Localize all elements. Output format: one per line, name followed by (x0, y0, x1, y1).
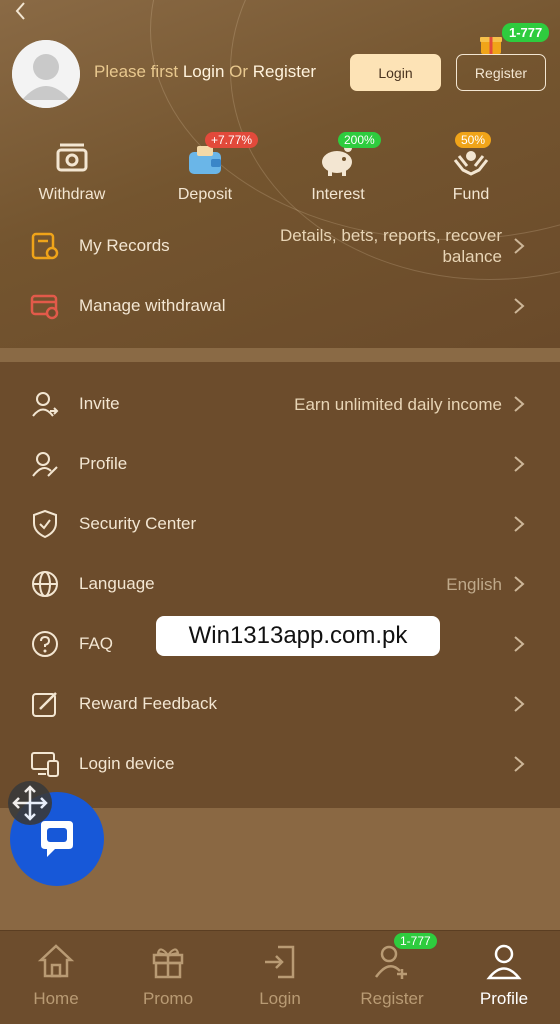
fund-badge: 50% (455, 132, 492, 148)
prompt-text: Please first (94, 62, 183, 81)
row-security-center[interactable]: Security Center (0, 494, 560, 554)
globe-icon (32, 571, 58, 597)
quick-action-fund[interactable]: 50% Fund (411, 132, 531, 204)
login-prompt: Please first Login Or Register (94, 62, 316, 82)
shield-check-icon (33, 509, 57, 539)
quick-action-label: Deposit (177, 186, 233, 203)
profile-edit-icon (32, 452, 58, 477)
login-door-icon (265, 945, 295, 979)
watermark-label: Win1313app.com.pk (156, 616, 440, 656)
tab-label: Promo (142, 989, 194, 1008)
feedback-edit-icon (32, 692, 57, 717)
tab-home[interactable]: Home (0, 941, 112, 1009)
row-label: My Records (79, 236, 170, 255)
tab-label: Register (360, 989, 424, 1008)
tab-label: Profile (479, 989, 529, 1008)
quick-action-label: Interest (311, 186, 365, 203)
row-hint: Details, bets, reports, recover balance (280, 225, 502, 267)
home-icon (37, 944, 75, 978)
row-invite[interactable]: Invite Earn unlimited daily income (0, 374, 560, 434)
row-label: Invite (79, 394, 120, 413)
move-arrows-icon (12, 785, 48, 821)
section-divider (0, 348, 560, 362)
tab-register[interactable]: 1-777 Register (336, 933, 448, 1009)
register-tab-badge: 1-777 (394, 933, 437, 949)
register-button[interactable]: Register (456, 54, 546, 91)
avatar[interactable] (12, 40, 80, 108)
login-button[interactable]: Login (350, 54, 441, 91)
row-profile[interactable]: Profile (0, 434, 560, 494)
records-icon (31, 232, 59, 260)
chevron-right-icon (514, 396, 525, 412)
prompt-or-text: Or (224, 62, 253, 81)
row-reward-feedback[interactable]: Reward Feedback (0, 674, 560, 734)
quick-action-deposit[interactable]: +7.77% Deposit (145, 132, 265, 204)
quick-action-label: Withdraw (38, 186, 106, 203)
card-settings-icon (30, 294, 59, 320)
language-value: English (446, 574, 502, 594)
chevron-right-icon (514, 756, 525, 772)
question-icon (32, 631, 58, 657)
row-label: Security Center (79, 514, 197, 533)
row-hint-line: balance (442, 247, 502, 266)
row-label: FAQ (79, 634, 114, 653)
tab-promo[interactable]: Promo (112, 941, 224, 1009)
quick-action-label: Fund (452, 186, 490, 203)
row-hint: Earn unlimited daily income (294, 394, 502, 414)
row-label: Language (79, 574, 155, 593)
gift-icon (152, 948, 184, 979)
chevron-right-icon (514, 516, 525, 532)
default-avatar-icon (12, 40, 80, 108)
chevron-right-icon (514, 298, 525, 314)
wallet-icon (56, 143, 88, 172)
quick-action-withdraw[interactable]: Withdraw (12, 140, 132, 204)
row-hint-line: Details, bets, reports, recover (279, 226, 502, 245)
gift-icon (480, 37, 502, 54)
quick-action-interest[interactable]: 200% Interest (278, 132, 398, 204)
invite-user-icon (32, 392, 59, 417)
row-my-records[interactable]: My Records Details, bets, reports, recov… (0, 216, 560, 276)
row-label: Profile (79, 454, 128, 473)
user-icon (486, 944, 522, 980)
row-label: Manage withdrawal (79, 296, 226, 315)
register-bonus-badge: 1-777 (502, 23, 550, 42)
prompt-register-link[interactable]: Register (253, 62, 316, 81)
row-label: Reward Feedback (79, 694, 217, 713)
prompt-login-link[interactable]: Login (183, 62, 225, 81)
bottom-navigation: Home Promo Login 1-777 Register Profile (0, 930, 560, 1024)
chevron-right-icon (514, 636, 525, 652)
tab-login[interactable]: Login (224, 941, 336, 1009)
chevron-right-icon (514, 576, 525, 592)
chevron-left-icon (15, 2, 25, 20)
chevron-right-icon (514, 696, 525, 712)
row-login-device[interactable]: Login device (0, 734, 560, 794)
deposit-badge: +7.77% (205, 132, 259, 148)
tab-profile[interactable]: Profile (448, 941, 560, 1009)
back-button[interactable] (10, 0, 36, 26)
drag-handle[interactable] (8, 781, 52, 825)
devices-icon (31, 752, 59, 777)
chevron-right-icon (514, 238, 525, 254)
interest-badge: 200% (338, 132, 381, 148)
tab-label: Login (259, 989, 301, 1008)
tab-label: Home (33, 989, 79, 1008)
row-label: Login device (79, 754, 175, 773)
row-manage-withdrawal[interactable]: Manage withdrawal (0, 276, 560, 336)
row-language[interactable]: Language English (0, 554, 560, 614)
chevron-right-icon (514, 456, 525, 472)
